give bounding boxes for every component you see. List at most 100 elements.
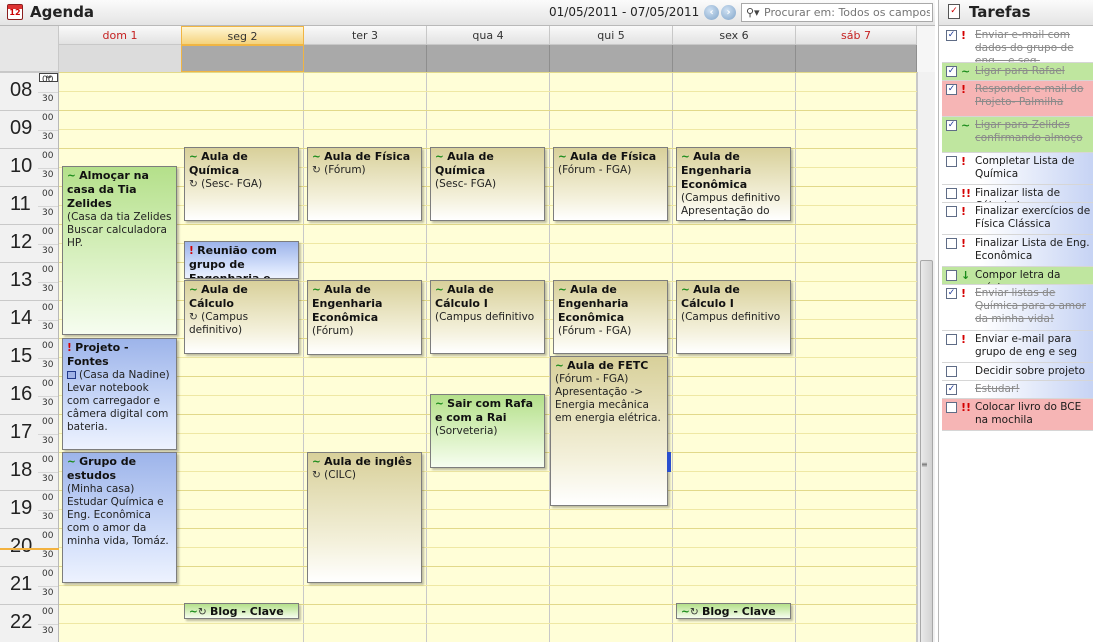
minute-label: 00 bbox=[42, 75, 54, 85]
task-checkbox[interactable] bbox=[946, 270, 957, 281]
task-checkbox[interactable] bbox=[946, 156, 957, 167]
grid-line bbox=[59, 357, 917, 358]
task-item[interactable]: ✓ ~ Ligar para Rafael bbox=[942, 63, 1093, 81]
task-item[interactable]: ✓ ~ Ligar para Zelides confirmando almoço bbox=[942, 117, 1093, 153]
day-header-wednesday[interactable]: qua 4 bbox=[427, 26, 550, 45]
task-checkbox[interactable] bbox=[946, 188, 957, 199]
sync-icon: ↻ bbox=[312, 164, 321, 176]
task-checkbox[interactable]: ✓ bbox=[946, 288, 957, 299]
event-qui-fetc[interactable]: ~ Aula de FETC (Fórum - FGA) Apresentaçã… bbox=[550, 356, 668, 506]
event-title: Projeto - Fontes bbox=[67, 341, 129, 368]
recurrence-icon: ~ bbox=[189, 284, 198, 296]
search-icon[interactable]: ⚲▾ bbox=[746, 6, 760, 19]
allday-cell-saturday[interactable] bbox=[796, 45, 917, 72]
minute-label: 00 bbox=[42, 113, 54, 123]
allday-cell-tuesday[interactable] bbox=[304, 45, 427, 72]
hour-label: 16 bbox=[10, 383, 33, 405]
event-ter-engecon[interactable]: ~ Aula de Engenharia Econômica (Fórum) bbox=[307, 280, 422, 355]
minute-label: 00 bbox=[42, 379, 54, 389]
event-seg-blog[interactable]: ~↻ Blog - Clave bbox=[184, 603, 299, 619]
event-sex-blog[interactable]: ~↻ Blog - Clave bbox=[676, 603, 791, 619]
task-checkbox[interactable]: ✓ bbox=[946, 384, 957, 395]
event-almocar[interactable]: ~ Almoçar na casa da Tia Zelides (Casa d… bbox=[62, 166, 177, 335]
event-title: Blog - Clave bbox=[701, 605, 776, 618]
hour-row: 19 00 30 bbox=[0, 490, 58, 528]
event-sex-calculo[interactable]: ~ Aula de Cálculo I (Campus definitivo bbox=[676, 280, 791, 354]
task-label: Ligar para Zelides confirmando almoço bbox=[975, 119, 1083, 144]
sync-icon: ↻ bbox=[689, 606, 699, 618]
hour-label: 08 bbox=[10, 79, 33, 101]
task-checkbox[interactable] bbox=[946, 334, 957, 345]
recurrence-icon: ~ bbox=[312, 151, 321, 163]
event-location: (Casa da tia Zelides bbox=[67, 211, 172, 223]
event-qua-sair[interactable]: ~ Sair com Rafa e com a Rai (Sorveteria) bbox=[430, 394, 545, 468]
day-header-thursday[interactable]: qui 5 bbox=[550, 26, 673, 45]
day-header-saturday[interactable]: sáb 7 bbox=[796, 26, 917, 45]
task-checkbox[interactable] bbox=[946, 206, 957, 217]
task-item[interactable]: ! Enviar e-mail para grupo de eng e seg bbox=[942, 331, 1093, 363]
task-checkbox[interactable]: ✓ bbox=[946, 66, 957, 77]
search-input[interactable] bbox=[764, 6, 930, 19]
task-checkbox[interactable]: ✓ bbox=[946, 84, 957, 95]
task-item[interactable]: ! Finalizar exercícios de Física Clássica bbox=[942, 203, 1093, 235]
task-item[interactable]: !! Colocar livro do BCE na mochila bbox=[942, 399, 1093, 431]
task-item[interactable]: ✓! Enviar listas de Química para o amor d… bbox=[942, 285, 1093, 331]
event-seg-calculo[interactable]: ~ Aula de Cálculo ↻ (Campus definitivo) bbox=[184, 280, 299, 354]
event-qui-engecon[interactable]: ~ Aula de Engenharia Econômica (Fórum - … bbox=[553, 280, 668, 354]
hour-row: 14 00 30 bbox=[0, 300, 58, 338]
next-week-button[interactable]: › bbox=[721, 5, 736, 20]
minute-label: 00 bbox=[42, 607, 54, 617]
task-item[interactable]: ! Completar Lista de Química bbox=[942, 153, 1093, 185]
hour-row: 15 00 30 bbox=[0, 338, 58, 376]
task-item[interactable]: ! Finalizar Lista de Eng. Econômica bbox=[942, 235, 1093, 267]
event-qui-fisica[interactable]: ~ Aula de Física (Fórum - FGA) bbox=[553, 147, 668, 221]
event-sex-engecon[interactable]: ~ Aula de Engenharia Econômica (Campus d… bbox=[676, 147, 791, 221]
task-checkbox[interactable]: ✓ bbox=[946, 120, 957, 131]
minute-label: 30 bbox=[42, 474, 54, 484]
event-seg-quimica[interactable]: ~ Aula de Química ↻ (Sesc- FGA) bbox=[184, 147, 299, 221]
task-item[interactable]: ✓ Estudar! bbox=[942, 381, 1093, 399]
task-item[interactable]: ✓! Enviar e-mail com dados do grupo de en… bbox=[942, 27, 1093, 63]
minute-label: 00 bbox=[42, 493, 54, 503]
event-location: (Sesc- FGA) bbox=[201, 178, 263, 190]
event-ter-fisica[interactable]: ~ Aula de Física ↻ (Fórum) bbox=[307, 147, 422, 221]
task-checkbox[interactable]: ✓ bbox=[946, 30, 957, 41]
task-item[interactable]: !!Finalizar lista de Cálculo I bbox=[942, 185, 1093, 203]
allday-cell-friday[interactable] bbox=[673, 45, 796, 72]
search-box[interactable]: ⚲▾ bbox=[741, 3, 933, 22]
event-title: Aula de Engenharia Econômica bbox=[312, 283, 383, 324]
busy-indicator bbox=[667, 452, 671, 472]
event-grupo-estudos[interactable]: ~ Grupo de estudos (Minha casa) Estudar … bbox=[62, 452, 177, 583]
task-checkbox[interactable] bbox=[946, 366, 957, 377]
allday-cell-sunday[interactable] bbox=[59, 45, 182, 72]
allday-cell-monday[interactable] bbox=[181, 45, 304, 72]
checklist-icon: ✓ bbox=[948, 4, 960, 19]
day-header-friday[interactable]: sex 6 bbox=[673, 26, 796, 45]
event-projeto-fontes[interactable]: ! Projeto - Fontes (Casa da Nadine) Leva… bbox=[62, 338, 177, 450]
previous-week-button[interactable]: ‹ bbox=[704, 5, 719, 20]
hour-row: 17 00 30 bbox=[0, 414, 58, 452]
vertical-scrollbar[interactable]: ≡ bbox=[917, 72, 935, 642]
task-item[interactable]: Decidir sobre projeto bbox=[942, 363, 1093, 381]
sync-icon: ↻ bbox=[189, 311, 198, 323]
task-item[interactable]: ✓! Responder e-mail do Projeto- Palmilha bbox=[942, 81, 1093, 117]
scrollbar-thumb[interactable] bbox=[920, 260, 933, 642]
event-qua-calculo[interactable]: ~ Aula de Cálculo I (Campus definitivo bbox=[430, 280, 545, 354]
allday-cell-wednesday[interactable] bbox=[427, 45, 550, 72]
recurrence-icon: ~ bbox=[312, 284, 321, 296]
task-checkbox[interactable] bbox=[946, 402, 957, 413]
event-ter-ingles[interactable]: ~ Aula de inglês ↻ (CILC) bbox=[307, 452, 422, 583]
day-header-monday[interactable]: seg 2 bbox=[181, 26, 304, 45]
day-header-tuesday[interactable]: ter 3 bbox=[304, 26, 427, 45]
task-checkbox[interactable] bbox=[946, 238, 957, 249]
task-label: Estudar! bbox=[975, 383, 1020, 395]
day-header-sunday[interactable]: dom 1 bbox=[59, 26, 182, 45]
grid-line bbox=[59, 471, 917, 472]
task-label: Enviar listas de Química para o amor da … bbox=[975, 287, 1086, 325]
allday-cell-thursday[interactable] bbox=[550, 45, 673, 72]
minute-label: 30 bbox=[42, 512, 54, 522]
task-icon bbox=[67, 371, 76, 379]
task-item[interactable]: ↓ Compor letra da música bbox=[942, 267, 1093, 285]
event-qua-quimica[interactable]: ~ Aula de Química (Sesc- FGA) bbox=[430, 147, 545, 221]
event-reuniao[interactable]: ! Reunião com grupo de Engenharia e bbox=[184, 241, 299, 279]
